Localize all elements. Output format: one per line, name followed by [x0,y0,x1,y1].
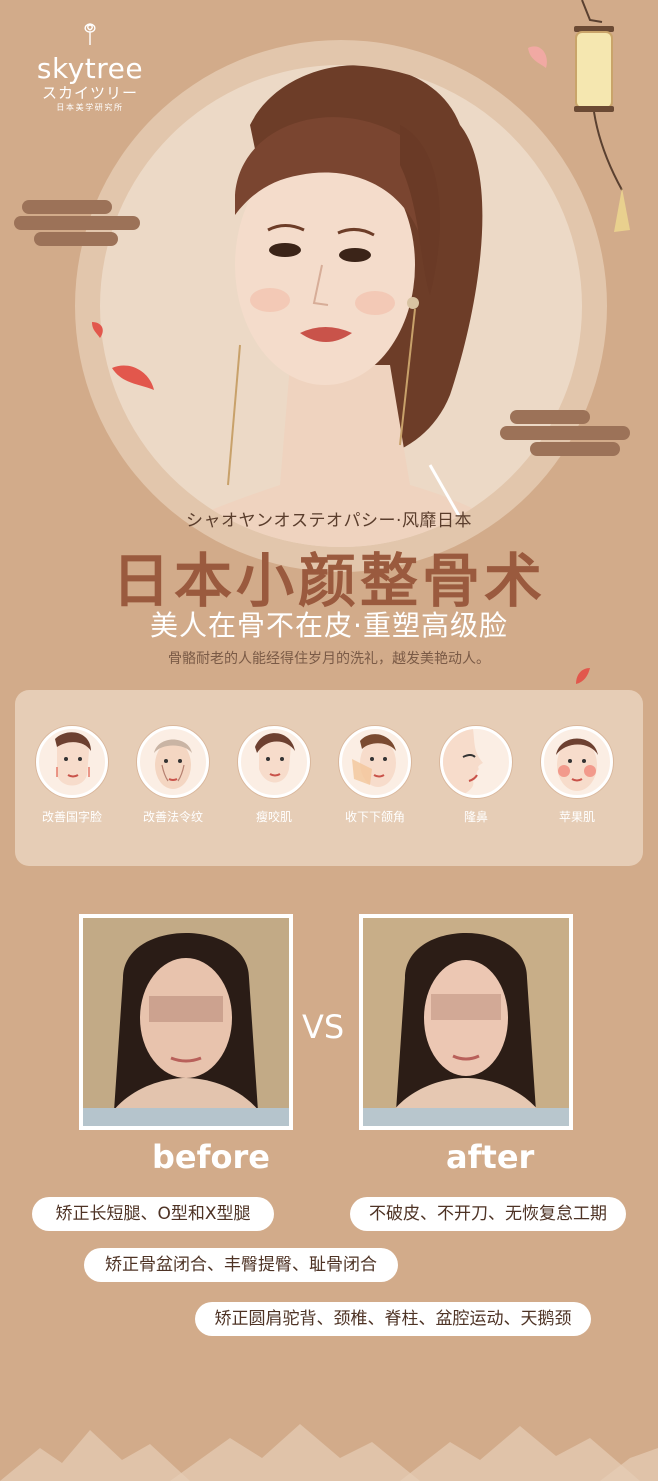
after-label: after [446,1138,535,1176]
petal-icon [576,668,590,684]
tree-logo-icon [84,23,96,45]
square-face-icon [36,726,108,798]
page-description: 骨骼耐老的人能经得住岁月的洗礼，越发美艳动人。 [168,651,490,667]
petal-icon [92,322,103,338]
feature-label: 改善国字脸 [41,810,102,824]
before-label: before [152,1138,270,1176]
feature-label: 改善法令纹 [142,810,203,824]
feature-label: 瘦咬肌 [255,810,292,824]
petal-icon [528,46,547,68]
cloud-decoration-right [500,408,630,458]
feature-item: 改善国字脸 [22,726,122,825]
jaw-angle-icon [339,726,411,798]
page-subtitle: 美人在骨不在皮·重塑高级脸 [150,609,508,642]
nose-profile-icon [440,726,512,798]
petal-icon [112,365,154,390]
benefit-pill: 矫正长短腿、O型和X型腿 [32,1197,274,1231]
feature-label: 隆鼻 [463,810,488,824]
feature-item: 隆鼻 [426,726,526,825]
apple-cheek-icon [541,726,613,798]
benefit-pill: 不破皮、不开刀、无恢复怠工期 [350,1197,626,1231]
mountains-decoration [0,1424,658,1481]
feature-label: 收下下颌角 [344,810,405,824]
feature-item: 收下下颌角 [325,726,425,825]
feature-item: 改善法令纹 [123,726,223,825]
moon-backdrop-inner [100,65,582,547]
benefit-pill: 矫正圆肩驼背、颈椎、脊柱、盆腔运动、天鹅颈 [195,1302,591,1336]
tagline-japanese: シャオヤンオステオパシー·风靡日本 [186,511,472,531]
slim-masseter-icon [238,726,310,798]
nasolabial-fold-icon [137,726,209,798]
feature-item: 瘦咬肌 [224,726,324,825]
model-portrait [140,65,540,547]
cloud-decoration-left [14,198,140,248]
feature-item: 苹果肌 [527,726,627,825]
before-photo [79,914,293,1130]
feature-label: 苹果肌 [558,810,595,824]
features-panel: 改善国字脸 改善法令纹 瘦咬肌 收下下颌角 隆鼻 苹果肌 [15,690,643,866]
vs-label: VS [302,1008,345,1046]
benefit-pill: 矫正骨盆闭合、丰臀提臀、耻骨闭合 [84,1248,398,1282]
after-photo [359,914,573,1130]
